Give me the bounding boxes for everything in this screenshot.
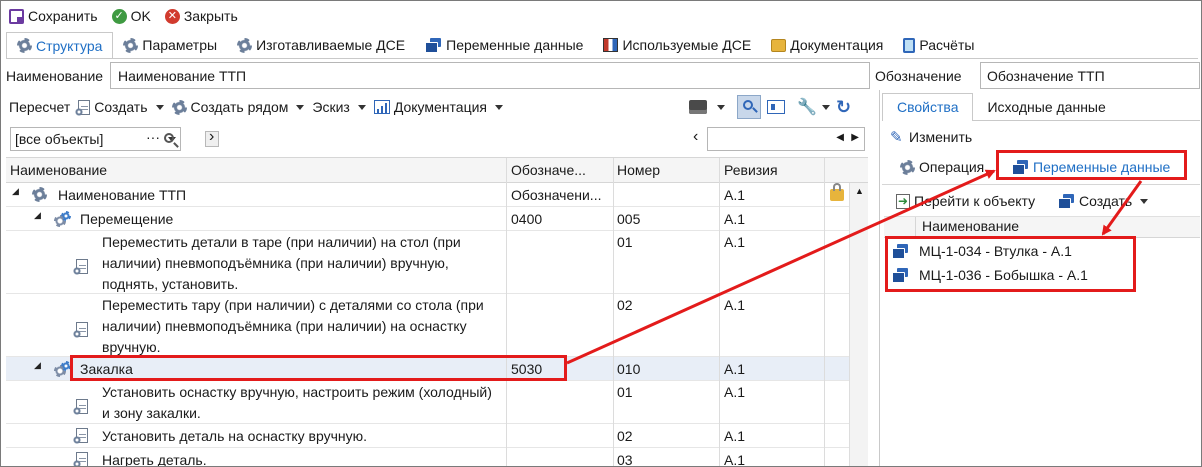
arrow-to-variable-list [1101,180,1143,236]
annotation-arrows [566,169,1143,365]
app-window: Сохранить ✓ OK ✕ Закрыть Структура Парам… [0,0,1202,467]
arrow-to-variable-tab [566,169,996,365]
